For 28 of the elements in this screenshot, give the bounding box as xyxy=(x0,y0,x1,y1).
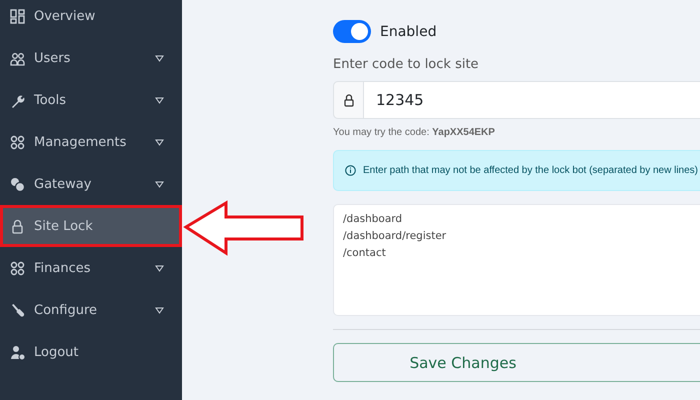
hint-text: You may try the code: YapXX54EKP xyxy=(333,127,496,138)
user-icon xyxy=(10,344,25,360)
paths-field[interactable]: /dashboard /dashboard/register /contact xyxy=(333,204,700,316)
sidebar-item[interactable]: Configure xyxy=(0,289,182,331)
save-button[interactable]: Save Changes xyxy=(333,343,700,382)
users-icon xyxy=(10,50,25,66)
sidebar-item[interactable]: Finances xyxy=(0,247,182,289)
field-label: Enter code to lock site xyxy=(333,57,480,74)
sidebar-item[interactable]: Logout xyxy=(0,331,182,373)
sidebar-item[interactable]: Tools xyxy=(0,79,182,121)
toggle-label: Enabled xyxy=(380,24,437,40)
wrench-icon xyxy=(10,302,25,318)
toggle-switch[interactable] xyxy=(333,20,371,43)
circles-icon xyxy=(10,260,25,276)
lock-icon xyxy=(10,218,25,234)
info-icon xyxy=(345,165,356,176)
sidebar-item[interactable]: Managements xyxy=(0,121,182,163)
info-text: Enter path that may not be affected by the lock bot (separated by new lines) xyxy=(363,165,698,176)
coins-icon xyxy=(10,176,25,192)
sidebar-item[interactable]: Users xyxy=(0,37,182,79)
grid-icon xyxy=(10,8,25,24)
circles-icon xyxy=(10,134,25,150)
code-field[interactable]: 12345 xyxy=(364,81,700,119)
sidebar-item[interactable]: Site Lock xyxy=(0,205,182,247)
wrench-icon xyxy=(10,92,25,108)
lock-icon xyxy=(344,94,354,106)
sidebar-item[interactable]: Gateway xyxy=(0,163,182,205)
sidebar-item[interactable]: Overview xyxy=(0,0,182,37)
